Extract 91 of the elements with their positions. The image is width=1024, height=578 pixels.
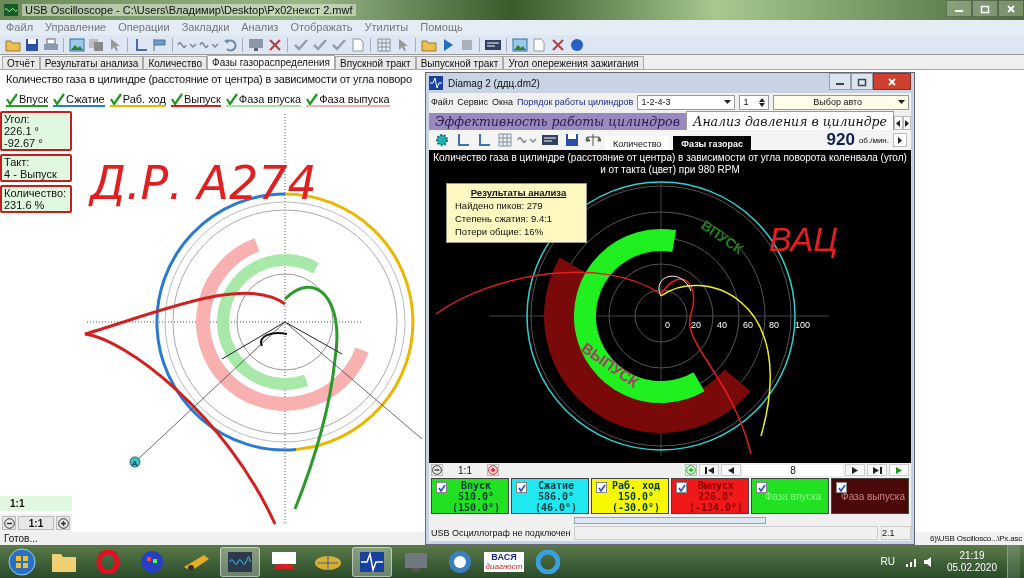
tab[interactable]: Анализ давления в цилиндре bbox=[685, 111, 894, 130]
point-marker: A bbox=[129, 456, 141, 468]
axis-tick-label: 100 bbox=[795, 320, 811, 330]
tab[interactable]: Результаты анализа bbox=[39, 56, 144, 69]
channel-name: Фаза выпуска bbox=[841, 491, 905, 502]
menu-item[interactable]: Отображать bbox=[290, 21, 353, 34]
channel-card[interactable]: Сжатие 586.0° (46.0°) bbox=[511, 478, 589, 514]
menu-item[interactable]: Окна bbox=[491, 97, 513, 107]
legend-checkbox[interactable]: Впуск bbox=[6, 93, 48, 107]
readout-label: Угол: bbox=[4, 113, 31, 125]
channel-angle: 510.0° bbox=[457, 491, 495, 502]
axis-tick-label: 60 bbox=[743, 320, 753, 330]
taskbar-app-button[interactable]: ВАСЯ диагност bbox=[484, 546, 524, 577]
menu-item[interactable]: Файл bbox=[6, 21, 34, 34]
menu-item[interactable]: Утилиты bbox=[364, 21, 409, 34]
version-label: 2.1 bbox=[881, 526, 911, 540]
channel-relative-angle: (-30.0°) bbox=[611, 502, 661, 513]
menu-item[interactable]: Управление bbox=[45, 21, 107, 34]
clock[interactable]: 21:19 05.02.2020 bbox=[946, 549, 997, 574]
channel-angle: 226.0° bbox=[697, 491, 735, 502]
scale-label: 1:1 bbox=[0, 496, 72, 511]
channel-card[interactable]: Раб. ход 150.0° (-30.0°) bbox=[591, 478, 669, 514]
results-line: Степень сжатия: 9.4:1 bbox=[455, 212, 554, 225]
channel-name: Выпуск bbox=[697, 480, 735, 491]
legend-checkbox[interactable]: Раб. ход bbox=[109, 93, 166, 107]
language-indicator[interactable]: RU bbox=[880, 556, 895, 567]
axis-tick-label: 40 bbox=[717, 320, 727, 330]
tab[interactable]: Впускной тракт bbox=[335, 56, 416, 69]
menu-item[interactable]: Операции bbox=[118, 21, 170, 34]
window-title: Diamag 2 (ддц.dm2) bbox=[448, 77, 540, 89]
cylinder-spinner[interactable]: 1 bbox=[739, 94, 770, 110]
channel-name: Фаза впуска bbox=[764, 491, 822, 502]
rpm-value: 920 bbox=[826, 130, 855, 150]
tab[interactable]: Выпускной тракт bbox=[415, 56, 504, 69]
axis-tick-label: 20 bbox=[691, 320, 701, 330]
channel-name: Сжатие bbox=[537, 480, 575, 491]
channel-angle: 586.0° bbox=[537, 491, 575, 502]
chart-title: Количество газа в цилиндре (расстояние от центра) в зависимости от угла поворота коленвала (угол) и от такта (цвет) при 980 RPM bbox=[432, 151, 908, 176]
frame-number: 8 bbox=[743, 464, 843, 476]
channel-angle: 150.0° bbox=[617, 491, 655, 502]
results-line: Найдено пиков: 279 bbox=[455, 199, 544, 212]
tab[interactable]: Эффективность работы цилиндров bbox=[429, 113, 686, 130]
readout-value: 231.6 % bbox=[4, 199, 46, 211]
clock-date: 05.02.2020 bbox=[946, 561, 997, 574]
handwritten-note: ВАЦ bbox=[769, 220, 838, 258]
legend-checkbox[interactable]: Фаза выпуска bbox=[306, 93, 390, 107]
tab[interactable]: Количество bbox=[605, 136, 670, 150]
rpm-unit: об./мин. bbox=[858, 135, 889, 145]
legend-checkbox[interactable]: Сжатие bbox=[53, 93, 105, 107]
menu-item[interactable]: Помощь bbox=[420, 21, 463, 34]
menu-item[interactable]: Сервис bbox=[457, 97, 488, 107]
channel-name: Впуск bbox=[460, 480, 492, 491]
readout-label: Количество: bbox=[4, 187, 68, 199]
clock-time: 21:19 bbox=[959, 549, 985, 562]
results-line: Потери общие: 16% bbox=[455, 225, 545, 238]
tab[interactable]: Отчёт bbox=[2, 56, 40, 69]
readout-value: 226.1 ° bbox=[4, 125, 40, 137]
channel-relative-angle: (-134.0°) bbox=[688, 502, 744, 513]
tab[interactable]: Угол опережения зажигания bbox=[503, 56, 644, 69]
handwritten-note: Д.Р. А274 bbox=[90, 156, 317, 210]
status-text: USB Осциллограф не подключен bbox=[430, 528, 571, 538]
legend-checkbox[interactable]: Фаза впуска bbox=[225, 93, 302, 107]
tab[interactable]: Фазы газораспределения bbox=[207, 55, 336, 69]
status-text: Готов... bbox=[4, 532, 38, 545]
logo-title: ВАСЯ bbox=[491, 552, 517, 562]
window-title: USB Oscilloscope - C:\Users\Владимир\Desktop\Рх02некст 2.mwf bbox=[22, 4, 356, 16]
results-title: Результаты анализа bbox=[470, 186, 567, 199]
channel-card[interactable]: Фаза выпуска bbox=[831, 478, 909, 514]
tab[interactable]: Фазы газорас bbox=[673, 136, 751, 150]
axis-tick-label: 0 bbox=[665, 320, 670, 330]
menu-item[interactable]: Файл bbox=[431, 97, 454, 107]
menu-item[interactable]: Закладки bbox=[181, 21, 230, 34]
zoom-value: 1:1 bbox=[457, 464, 473, 476]
chart-heading: Количество газа в цилиндре (расстояние от центра) в зависимости от угла поворо bbox=[6, 73, 412, 85]
channel-name: Раб. ход bbox=[611, 480, 661, 491]
readout-label: Такт: bbox=[4, 156, 31, 168]
channel-card[interactable]: Впуск 510.0° (150.0°) bbox=[431, 478, 509, 514]
channel-relative-angle: (46.0°) bbox=[534, 502, 578, 513]
menu-item[interactable]: Порядок работы цилиндров bbox=[516, 97, 634, 107]
logo-subtitle: диагност bbox=[485, 561, 523, 571]
zoom-reset-button[interactable]: 1:1 bbox=[18, 516, 54, 530]
readout-value: -92.67 ° bbox=[4, 137, 44, 149]
axis-tick-label: 80 bbox=[769, 320, 779, 330]
car-dropdown[interactable]: Выбор авто bbox=[773, 94, 909, 110]
order-dropdown[interactable]: 1-2-4-3 bbox=[637, 94, 736, 110]
channel-relative-angle: (150.0°) bbox=[451, 502, 501, 513]
menu-item[interactable]: Анализ bbox=[241, 21, 279, 34]
readout-value: 4 - Выпуск bbox=[4, 168, 58, 180]
status-path: 6)\USB Oscillosco...\Px.asc bbox=[930, 533, 1022, 545]
legend-checkbox[interactable]: Выпуск bbox=[170, 93, 221, 107]
tab[interactable]: Количество bbox=[143, 56, 208, 69]
